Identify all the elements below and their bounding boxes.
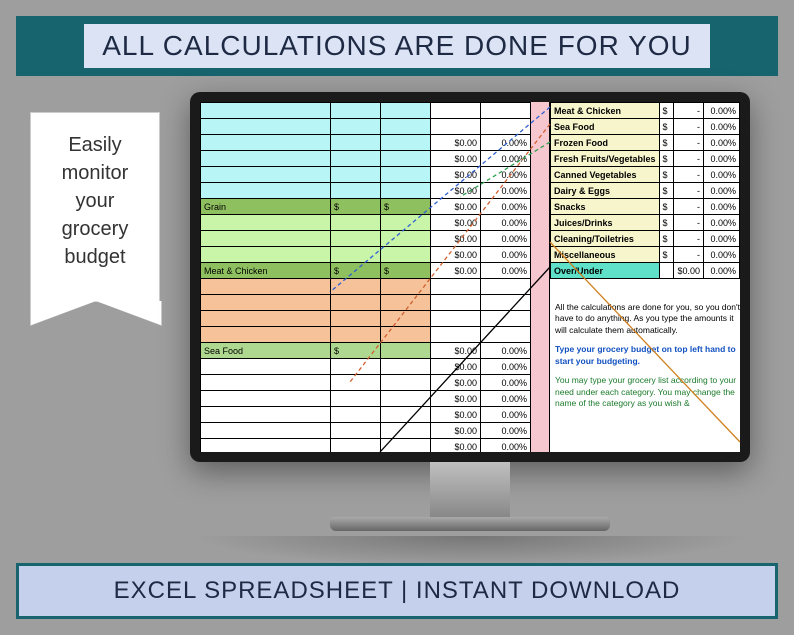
top-banner-text: ALL CALCULATIONS ARE DONE FOR YOU bbox=[102, 30, 692, 62]
top-banner-inner: ALL CALCULATIONS ARE DONE FOR YOU bbox=[84, 24, 710, 68]
ribbon-callout: Easily monitor your grocery budget bbox=[30, 112, 160, 302]
top-banner: ALL CALCULATIONS ARE DONE FOR YOU bbox=[16, 16, 778, 76]
monitor-bezel: $0.000.00%$0.000.00%$0.000.00%$0.000.00%… bbox=[190, 92, 750, 462]
monitor-stand-base bbox=[330, 517, 610, 531]
monitor: $0.000.00%$0.000.00%$0.000.00%$0.000.00%… bbox=[190, 92, 750, 531]
arrow-lines bbox=[200, 102, 740, 452]
spreadsheet: $0.000.00%$0.000.00%$0.000.00%$0.000.00%… bbox=[200, 102, 740, 452]
bottom-banner: EXCEL SPREADSHEET | INSTANT DOWNLOAD bbox=[16, 563, 778, 619]
monitor-reflection bbox=[190, 536, 750, 566]
bottom-banner-text: EXCEL SPREADSHEET | INSTANT DOWNLOAD bbox=[114, 577, 681, 605]
ribbon-text: Easily monitor your grocery budget bbox=[62, 134, 129, 268]
monitor-screen: $0.000.00%$0.000.00%$0.000.00%$0.000.00%… bbox=[200, 102, 740, 452]
monitor-stand-neck bbox=[430, 462, 510, 517]
